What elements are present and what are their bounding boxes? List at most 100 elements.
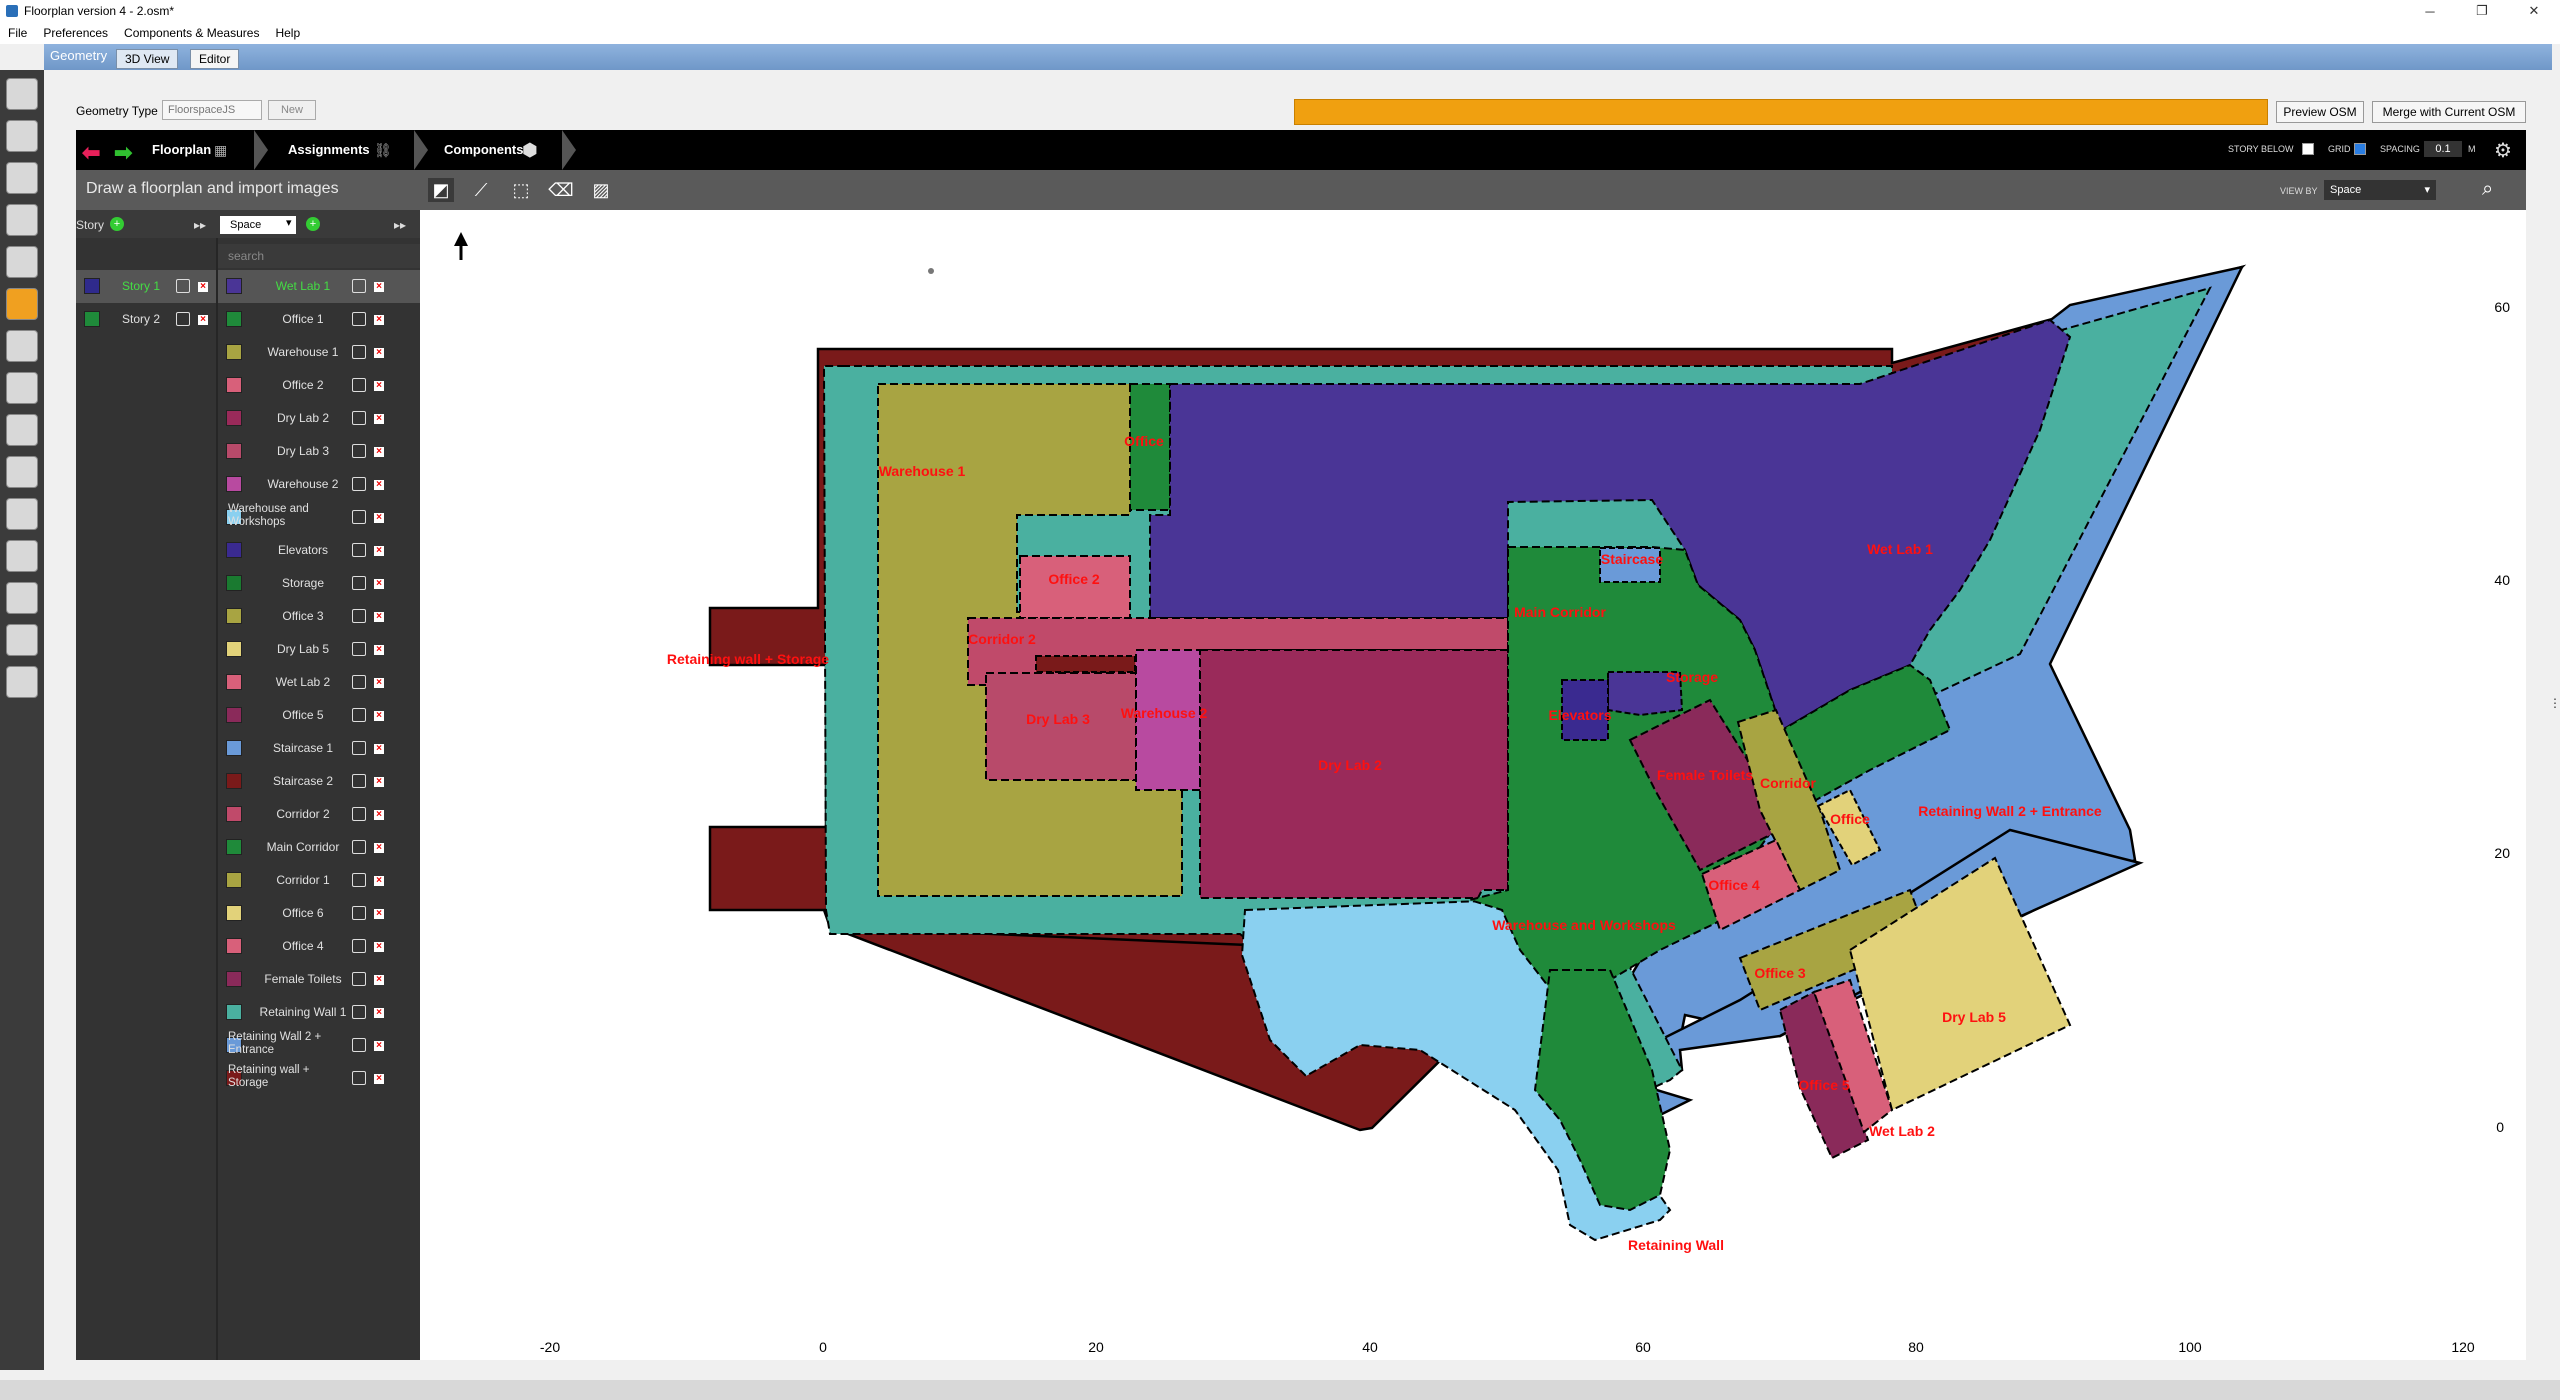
delete-icon[interactable]: × <box>374 579 384 589</box>
copy-icon[interactable] <box>352 906 366 920</box>
constructions-tab-icon[interactable] <box>6 162 38 194</box>
site-tab-icon[interactable] <box>6 78 38 110</box>
space-color-swatch[interactable] <box>226 410 242 426</box>
menu-help[interactable]: Help <box>275 26 300 40</box>
copy-icon[interactable] <box>352 642 366 656</box>
delete-icon[interactable]: × <box>374 678 384 688</box>
undo-arrow-icon[interactable]: ⬅ <box>82 140 100 166</box>
delete-icon[interactable]: × <box>374 546 384 556</box>
space-name[interactable]: Corridor 1 <box>248 873 358 887</box>
copy-icon[interactable] <box>352 477 366 491</box>
copy-icon[interactable] <box>352 609 366 623</box>
delete-icon[interactable]: × <box>374 711 384 721</box>
space-fill-arrows-icon[interactable]: ▸▸ <box>394 218 406 232</box>
merge-osm-button[interactable]: Merge with Current OSM <box>2372 101 2526 123</box>
space-color-swatch[interactable] <box>226 938 242 954</box>
output-variables-tab-icon[interactable] <box>6 498 38 530</box>
space-name[interactable]: Retaining wall + Storage <box>228 1064 338 1090</box>
measures-tab-icon[interactable] <box>6 582 38 614</box>
space-row[interactable]: Dry Lab 5 × <box>218 633 420 666</box>
spacing-input[interactable]: 0.1 <box>2424 141 2462 157</box>
story-name[interactable]: Story 2 <box>106 312 176 326</box>
delete-icon[interactable]: × <box>374 1041 384 1051</box>
copy-icon[interactable] <box>176 312 190 326</box>
geometry-type-select[interactable]: FloorspaceJS <box>162 100 262 120</box>
draw-rectangle-tool-icon[interactable]: ◩ <box>428 178 454 202</box>
delete-icon[interactable]: × <box>374 777 384 787</box>
space-name[interactable]: Retaining Wall 1 <box>248 1005 358 1019</box>
delete-icon[interactable]: × <box>198 315 208 325</box>
story-fill-arrows-icon[interactable]: ▸▸ <box>194 218 206 232</box>
space-name[interactable]: Office 4 <box>248 939 358 953</box>
copy-icon[interactable] <box>352 972 366 986</box>
space-color-swatch[interactable] <box>226 806 242 822</box>
facility-tab-icon[interactable] <box>6 330 38 362</box>
space-name[interactable]: Elevators <box>248 543 358 557</box>
space-color-swatch[interactable] <box>226 674 242 690</box>
space-row[interactable]: Corridor 2 × <box>218 798 420 831</box>
delete-icon[interactable]: × <box>374 282 384 292</box>
nav-floorplan[interactable]: Floorplan <box>152 142 211 157</box>
space-color-swatch[interactable] <box>226 542 242 558</box>
space-name[interactable]: Warehouse 1 <box>248 345 358 359</box>
copy-icon[interactable] <box>352 939 366 953</box>
menu-file[interactable]: File <box>8 26 27 40</box>
space-color-swatch[interactable] <box>226 839 242 855</box>
space-name[interactable]: Office 1 <box>248 312 358 326</box>
space-color-swatch[interactable] <box>226 872 242 888</box>
new-button[interactable]: New <box>268 100 316 120</box>
copy-icon[interactable] <box>352 873 366 887</box>
menu-components-measures[interactable]: Components & Measures <box>124 26 259 40</box>
select-tool-icon[interactable]: ⬚ <box>508 178 534 202</box>
copy-icon[interactable] <box>352 807 366 821</box>
delete-icon[interactable]: × <box>374 513 384 523</box>
space-color-swatch[interactable] <box>226 443 242 459</box>
space-row[interactable]: Office 4 × <box>218 930 420 963</box>
space-name[interactable]: Dry Lab 3 <box>248 444 358 458</box>
story-row[interactable]: Story 1 × <box>76 270 216 303</box>
space-color-swatch[interactable] <box>226 608 242 624</box>
copy-icon[interactable] <box>352 741 366 755</box>
space-row[interactable]: Retaining Wall 1 × <box>218 996 420 1029</box>
space-name[interactable]: Female Toilets <box>248 972 358 986</box>
thermal-zones-tab-icon[interactable] <box>6 414 38 446</box>
delete-icon[interactable]: × <box>374 480 384 490</box>
delete-icon[interactable]: × <box>374 414 384 424</box>
space-color-swatch[interactable] <box>226 1004 242 1020</box>
space-color-swatch[interactable] <box>226 377 242 393</box>
delete-icon[interactable]: × <box>374 348 384 358</box>
copy-icon[interactable] <box>352 1005 366 1019</box>
copy-icon[interactable] <box>352 345 366 359</box>
tab-3d-view[interactable]: 3D View <box>116 49 179 69</box>
delete-icon[interactable]: × <box>374 315 384 325</box>
delete-icon[interactable]: × <box>374 876 384 886</box>
copy-icon[interactable] <box>352 444 366 458</box>
copy-icon[interactable] <box>352 411 366 425</box>
copy-icon[interactable] <box>352 708 366 722</box>
space-name[interactable]: Dry Lab 5 <box>248 642 358 656</box>
space-name[interactable]: Office 5 <box>248 708 358 722</box>
space-color-swatch[interactable] <box>226 905 242 921</box>
space-name[interactable]: Corridor 2 <box>248 807 358 821</box>
menu-preferences[interactable]: Preferences <box>43 26 108 40</box>
space-row[interactable]: Warehouse and Workshops × <box>218 501 420 534</box>
space-row[interactable]: Storage × <box>218 567 420 600</box>
more-vertical-icon[interactable]: ⋮ <box>2549 696 2560 710</box>
copy-icon[interactable] <box>352 840 366 854</box>
space-row[interactable]: Wet Lab 2 × <box>218 666 420 699</box>
space-name[interactable]: Warehouse and Workshops <box>228 503 338 529</box>
space-name[interactable]: Dry Lab 2 <box>248 411 358 425</box>
space-row[interactable]: Elevators × <box>218 534 420 567</box>
copy-icon[interactable] <box>352 378 366 392</box>
space-type-select[interactable]: Space <box>220 216 296 234</box>
space-row[interactable]: Corridor 1 × <box>218 864 420 897</box>
space-search-input[interactable]: search <box>218 244 420 268</box>
copy-icon[interactable] <box>352 675 366 689</box>
loads-tab-icon[interactable] <box>6 204 38 236</box>
copy-icon[interactable] <box>352 510 366 524</box>
space-name[interactable]: Wet Lab 1 <box>248 279 358 293</box>
redo-arrow-icon[interactable]: ➡ <box>114 140 132 166</box>
story-color-swatch[interactable] <box>84 311 100 327</box>
space-row[interactable]: Dry Lab 3 × <box>218 435 420 468</box>
space-color-swatch[interactable] <box>226 707 242 723</box>
